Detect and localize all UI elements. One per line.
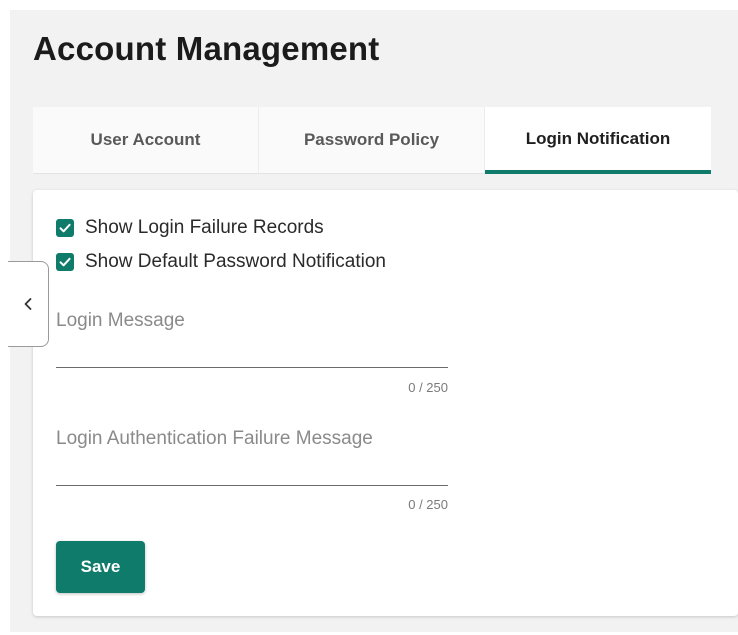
tab-user-account[interactable]: User Account bbox=[33, 107, 259, 174]
save-button[interactable]: Save bbox=[56, 541, 145, 593]
show-default-password-notification-option[interactable]: Show Default Password Notification bbox=[56, 251, 386, 273]
login-message-char-counter: 0 / 250 bbox=[408, 380, 448, 395]
login-message-label: Login Message bbox=[56, 310, 185, 331]
login-auth-failure-message-underline bbox=[56, 485, 448, 486]
tab-bar: User Account Password Policy Login Notif… bbox=[33, 107, 713, 174]
show-default-password-notification-checkbox[interactable] bbox=[56, 253, 74, 271]
check-icon bbox=[59, 223, 71, 233]
check-icon bbox=[59, 257, 71, 267]
chevron-left-icon bbox=[24, 298, 32, 310]
login-auth-failure-message-char-counter: 0 / 250 bbox=[408, 497, 448, 512]
sidebar-collapse-toggle[interactable] bbox=[8, 261, 49, 347]
login-message-input[interactable] bbox=[56, 336, 452, 368]
login-message-underline bbox=[56, 367, 448, 368]
login-auth-failure-message-label: Login Authentication Failure Message bbox=[56, 428, 373, 449]
show-login-failure-records-checkbox[interactable] bbox=[56, 219, 74, 237]
show-login-failure-records-label: Show Login Failure Records bbox=[85, 217, 324, 238]
tab-login-notification[interactable]: Login Notification bbox=[485, 107, 711, 174]
show-login-failure-records-option[interactable]: Show Login Failure Records bbox=[56, 217, 324, 239]
tab-password-policy[interactable]: Password Policy bbox=[259, 107, 485, 174]
show-default-password-notification-label: Show Default Password Notification bbox=[85, 251, 386, 272]
page-title: Account Management bbox=[33, 30, 380, 67]
login-auth-failure-message-input[interactable] bbox=[56, 454, 452, 486]
